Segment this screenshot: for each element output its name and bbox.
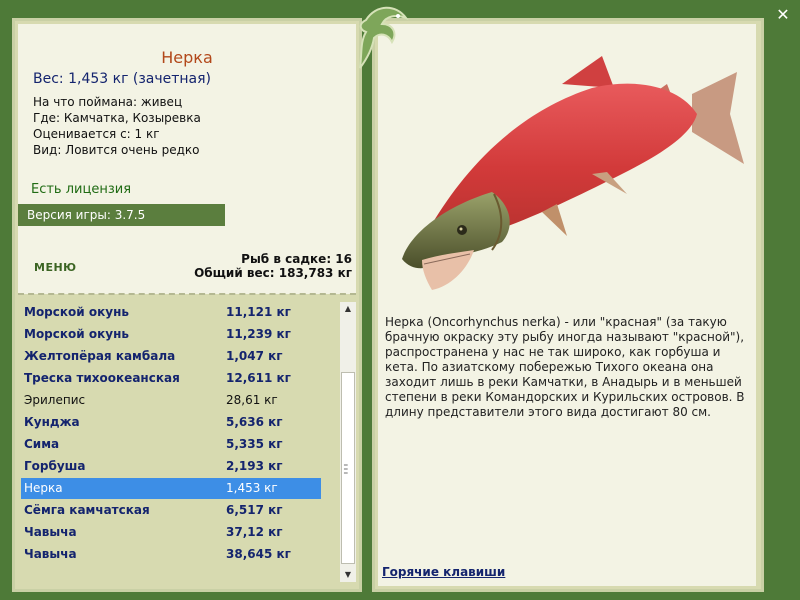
catch-fish-name: Желтопёрая камбала: [24, 349, 176, 363]
scroll-down-button[interactable]: ▼: [340, 568, 356, 582]
catch-list-row[interactable]: Желтопёрая камбала 1,047 кг: [21, 346, 321, 367]
catch-list-row[interactable]: Кунджа 5,636 кг: [21, 412, 321, 433]
catch-list-row[interactable]: Морской окунь 11,121 кг: [21, 302, 321, 323]
catch-fish-weight: 28,61 кг: [226, 393, 278, 407]
catch-fish-weight: 38,645 кг: [226, 547, 291, 561]
catch-list-row[interactable]: Сима 5,335 кг: [21, 434, 321, 455]
catch-fish-name: Сёмга камчатская: [24, 503, 150, 517]
catch-list-row[interactable]: Морской окунь 11,239 кг: [21, 324, 321, 345]
rated-from-line: Оценивается с: 1 кг: [33, 127, 160, 141]
hotkeys-link[interactable]: Горячие клавиши: [382, 565, 505, 579]
catch-fish-name: Морской окунь: [24, 327, 129, 341]
catch-stats: Рыб в садке: 16 Общий вес: 183,783 кг: [194, 252, 352, 280]
catch-fish-weight: 5,335 кг: [226, 437, 283, 451]
catch-fish-weight: 1,047 кг: [226, 349, 283, 363]
catch-list-row[interactable]: Чавыча 37,12 кг: [21, 522, 321, 543]
catch-fish-weight: 6,517 кг: [226, 503, 283, 517]
scrollbar[interactable]: ▲ ═ ═ ═ ▼: [340, 302, 356, 582]
catch-list-row[interactable]: Чавыча 38,645 кг: [21, 544, 321, 565]
catch-list-row[interactable]: Нерка 1,453 кг: [21, 478, 321, 499]
catch-list-row[interactable]: Горбуша 2,193 кг: [21, 456, 321, 477]
fish-description: Нерка (Oncorhynchus nerka) - или "красна…: [385, 315, 745, 419]
catch-fish-weight: 37,12 кг: [226, 525, 283, 539]
catch-fish-name: Нерка: [24, 481, 63, 495]
fish-title: Нерка: [161, 48, 213, 67]
catch-fish-name: Кунджа: [24, 415, 80, 429]
version-bar: Версия игры: 3.7.5: [18, 204, 225, 226]
catch-fish-name: Чавыча: [24, 547, 77, 561]
catch-list-row[interactable]: Треска тихоокеанская 12,611 кг: [21, 368, 321, 389]
grip-icon: ═ ═ ═: [344, 462, 348, 477]
close-icon: ✕: [776, 5, 790, 24]
rarity-line: Вид: Ловится очень редко: [33, 143, 200, 157]
catch-list[interactable]: Морской окунь 11,121 кг Морской окунь 11,23…: [18, 298, 340, 582]
fish-details: На что поймана: живец Где: Камчатка, Коз…: [33, 94, 201, 158]
catch-fish-name: Горбуша: [24, 459, 86, 473]
catch-fish-name: Эрилепис: [24, 393, 86, 407]
catch-fish-name: Чавыча: [24, 525, 77, 539]
catch-list-row[interactable]: Эрилепис 28,61 кг: [21, 390, 321, 411]
catch-fish-weight: 11,239 кг: [226, 327, 291, 341]
catch-fish-weight: 11,121 кг: [226, 305, 291, 319]
place-line: Где: Камчатка, Козыревка: [33, 111, 201, 125]
bait-line: На что поймана: живец: [33, 95, 183, 109]
fish-count: Рыб в садке: 16: [241, 252, 352, 266]
catch-fish-weight: 2,193 кг: [226, 459, 283, 473]
divider: [18, 293, 356, 295]
scroll-up-button[interactable]: ▲: [340, 302, 356, 316]
catch-fish-name: Морской окунь: [24, 305, 129, 319]
total-weight: Общий вес: 183,783 кг: [194, 266, 352, 280]
catch-fish-weight: 5,636 кг: [226, 415, 283, 429]
catch-fish-name: Сима: [24, 437, 60, 451]
catch-fish-weight: 1,453 кг: [226, 481, 278, 495]
close-button[interactable]: ✕: [774, 6, 792, 24]
catch-fish-name: Треска тихоокеанская: [24, 371, 180, 385]
sockeye-salmon-image: [402, 56, 744, 290]
catch-list-row[interactable]: Сёмга камчатская 6,517 кг: [21, 500, 321, 521]
catch-fish-weight: 12,611 кг: [226, 371, 291, 385]
license-status: Есть лицензия: [31, 182, 132, 197]
fish-weight: Вес: 1,453 кг (зачетная): [33, 71, 212, 87]
menu-button[interactable]: МЕНЮ: [34, 261, 77, 274]
